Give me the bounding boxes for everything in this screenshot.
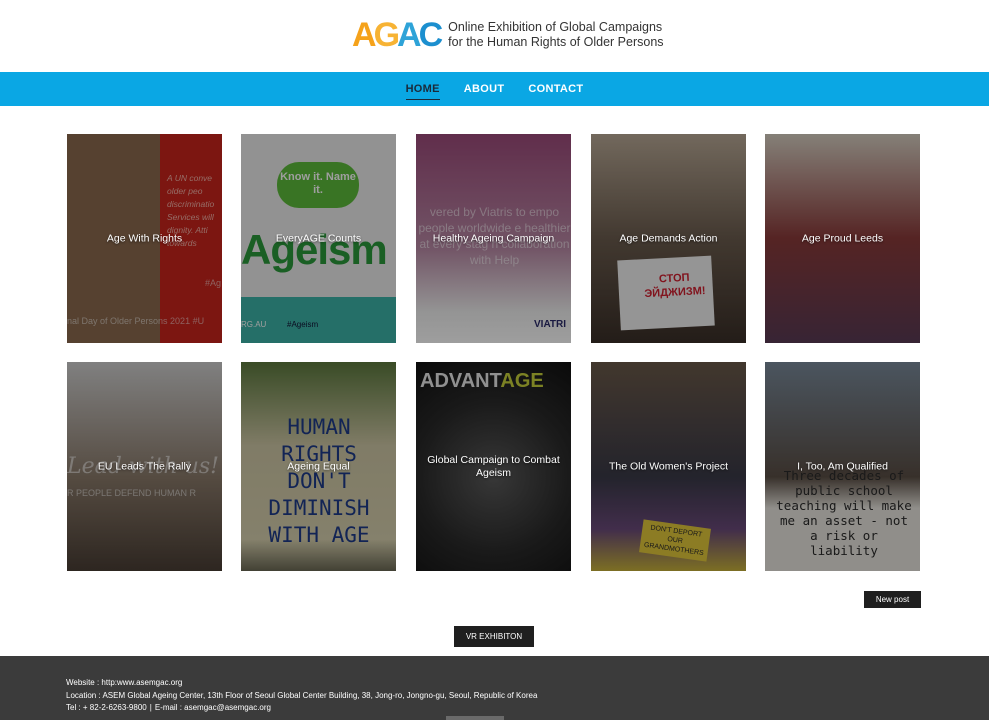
footer-scroll-indicator <box>446 716 504 720</box>
post-card-age-with-rights[interactable]: A UN conve older peo discriminatio Servi… <box>67 134 222 343</box>
logo-tagline-line1: Online Exhibition of Global Campaigns <box>448 20 663 34</box>
post-card-eu-leads-the-rally[interactable]: Lead with us! R PEOPLE DEFEND HUMAN R EU… <box>67 362 222 571</box>
post-title: I, Too, Am Qualified <box>797 460 888 472</box>
footer-website: Website : http:www.asemgac.org <box>66 678 183 687</box>
post-title: Healthy Ageing Campaign <box>432 232 555 244</box>
logo-tagline-line2: for the Human Rights of Older Persons <box>448 35 664 49</box>
post-card-everyage-counts[interactable]: Know it. Name it. Ageism RG.AU #Ageism E… <box>241 134 396 343</box>
logo-mark: AGAC <box>352 16 443 54</box>
site-footer: Website : http:www.asemgac.org Location … <box>0 656 989 720</box>
site-logo[interactable]: AGAC Online Exhibition of Global Campaig… <box>352 17 664 53</box>
footer-email: E-mail : asemgac@asemgac.org <box>154 703 271 712</box>
post-card-ageing-equal[interactable]: HUMAN RIGHTS DON'T DIMINISH WITH AGE Age… <box>241 362 396 571</box>
post-title: EU Leads The Rally <box>97 460 192 472</box>
post-title: The Old Women's Project <box>608 460 729 472</box>
post-card-i-too-am-qualified[interactable]: Three decades of public school teaching … <box>765 362 920 571</box>
post-card-old-womens-project[interactable]: DON'T DEPORT OUR GRANDMOTHERS The Old Wo… <box>591 362 746 571</box>
nav-about[interactable]: ABOUT <box>464 79 505 99</box>
nav-contact[interactable]: CONTACT <box>528 79 583 99</box>
main-nav: HOME ABOUT CONTACT <box>0 72 989 106</box>
post-title: Age Demands Action <box>619 232 718 244</box>
post-card-global-campaign-ageism[interactable]: ADVANTAGE Global Campaign to Combat Agei… <box>416 362 571 571</box>
site-header: AGAC Online Exhibition of Global Campaig… <box>0 0 989 72</box>
post-title: Age Proud Leeds <box>801 232 884 244</box>
footer-location: Location : ASEM Global Ageing Center, 13… <box>66 690 538 700</box>
footer-contact: Tel : + 82-2-6263-9800 | E-mail : asemgac@… <box>66 702 989 715</box>
vr-exhibition-button[interactable]: VR EXHIBITON <box>454 626 534 647</box>
nav-home[interactable]: HOME <box>405 79 440 100</box>
footer-tel: Tel : + 82-2-6263-9800 <box>66 703 147 712</box>
post-title: EveryAGE Counts <box>275 232 362 244</box>
new-post-button[interactable]: New post <box>864 591 921 608</box>
post-title: Age With Rights <box>106 232 183 244</box>
logo-tagline: Online Exhibition of Global Campaigns fo… <box>448 20 663 50</box>
post-card-healthy-ageing[interactable]: vered by Viatris to empo people worldwid… <box>416 134 571 343</box>
post-card-age-proud-leeds[interactable]: Age Proud Leeds <box>765 134 920 343</box>
footer-separator: | <box>149 703 152 712</box>
post-title: Global Campaign to Combat Ageism <box>427 453 560 479</box>
post-title: Ageing Equal <box>287 460 350 472</box>
post-card-age-demands-action[interactable]: СТОП ЭЙДЖИЗМ! Age Demands Action <box>591 134 746 343</box>
